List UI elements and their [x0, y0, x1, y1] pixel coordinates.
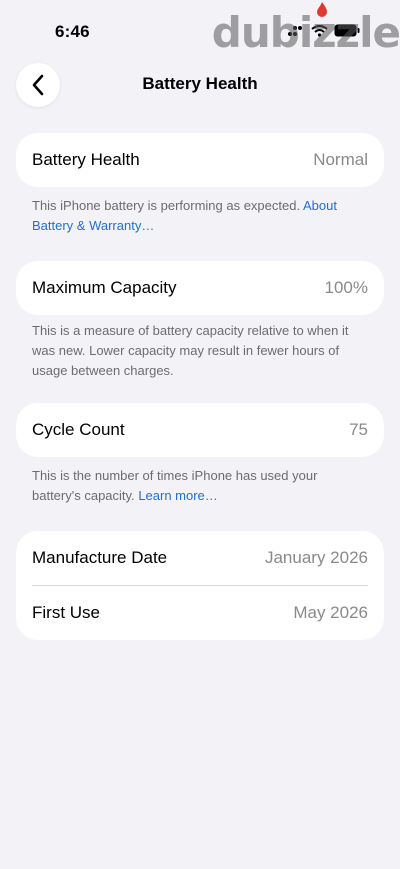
navigation-bar: Battery Health: [0, 60, 400, 108]
maximum-capacity-label: Maximum Capacity: [32, 278, 177, 297]
battery-health-row: Battery Health Normal: [16, 133, 384, 187]
maximum-capacity-footnote: This is a measure of battery capacity re…: [32, 323, 349, 378]
cycle-count-label: Cycle Count: [32, 420, 125, 439]
battery-health-card: Battery Health Normal: [16, 133, 384, 187]
cycle-count-row: Cycle Count 75: [16, 403, 384, 457]
dates-card: Manufacture Date January 2026 First Use …: [16, 531, 384, 640]
manufacture-date-row: Manufacture Date January 2026: [16, 531, 384, 585]
cycle-count-card: Cycle Count 75: [16, 403, 384, 457]
first-use-label: First Use: [32, 603, 100, 622]
learn-more-link[interactable]: Learn more…: [138, 488, 217, 503]
maximum-capacity-row: Maximum Capacity 100%: [16, 261, 384, 315]
battery-health-value: Normal: [313, 150, 368, 169]
manufacture-date-label: Manufacture Date: [32, 548, 168, 567]
page-title: Battery Health: [142, 74, 258, 93]
status-bar: 6:46 dubizzle: [0, 0, 400, 60]
battery-health-label: Battery Health: [32, 150, 140, 169]
manufacture-date-value: January 2026: [264, 548, 368, 567]
status-time: 6:46: [55, 22, 90, 41]
first-use-row: First Use May 2026: [16, 586, 384, 640]
maximum-capacity-card: Maximum Capacity 100%: [16, 261, 384, 315]
cycle-count-value: 75: [349, 420, 368, 439]
battery-health-footnote: This iPhone battery is performing as exp…: [32, 196, 367, 236]
watermark-logo: dubizzle: [211, 8, 400, 57]
first-use-value: May 2026: [293, 603, 368, 622]
maximum-capacity-value: 100%: [324, 278, 368, 297]
cycle-count-footnote: This is the number of times iPhone has u…: [32, 466, 367, 506]
battery-health-footnote-text: This iPhone battery is performing as exp…: [32, 198, 301, 213]
